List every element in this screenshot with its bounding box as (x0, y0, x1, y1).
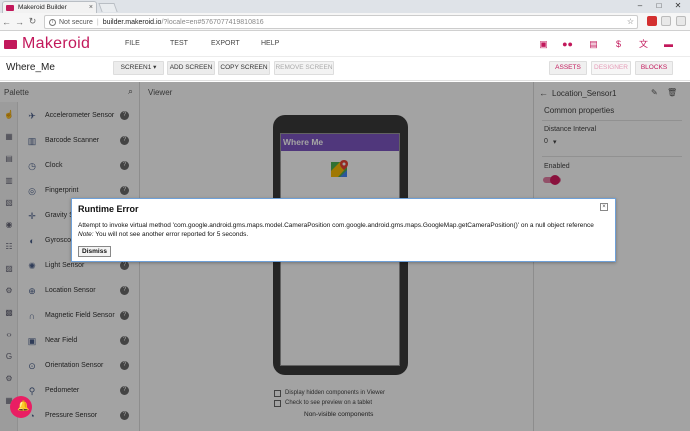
designer-button[interactable]: DESIGNER (591, 61, 631, 75)
note-text: You will not see another error reported … (93, 231, 249, 238)
donate-icon[interactable]: $ (613, 39, 624, 49)
security-label: Not secure (59, 18, 93, 26)
makeroid-favicon (6, 4, 14, 11)
tab-title: Makeroid Builder (18, 4, 67, 11)
note-label: Note: (78, 231, 94, 238)
menu-help[interactable]: HELP (261, 40, 279, 47)
assets-button[interactable]: ASSETS (549, 61, 587, 75)
dialog-title: Runtime Error (78, 204, 139, 214)
browser-tab[interactable]: Makeroid Builder × (2, 1, 97, 13)
tab-close-icon[interactable]: × (89, 4, 93, 11)
window-close-icon[interactable]: ✕ (670, 0, 686, 11)
bookmark-star-icon[interactable]: ☆ (627, 17, 634, 26)
info-icon[interactable]: i (49, 18, 56, 26)
people-icon[interactable]: ●● (562, 39, 573, 49)
url-host: builder.makeroid.io (102, 18, 162, 26)
extension-icon[interactable] (661, 16, 671, 26)
account-icon[interactable]: ▬ (663, 39, 674, 49)
gallery-icon[interactable]: ▤ (588, 39, 599, 49)
remove-screen-button[interactable]: REMOVE SCREEN (274, 61, 334, 75)
url-path: /?locale=en#5767077419810816 (161, 18, 264, 26)
reload-icon[interactable]: ↻ (26, 16, 39, 27)
menu-export[interactable]: EXPORT (211, 40, 240, 47)
close-icon[interactable]: × (600, 203, 608, 211)
language-icon[interactable]: 文 (638, 39, 649, 49)
dismiss-button[interactable]: Dismiss (78, 246, 111, 257)
app-header: Makeroid FILE TEST EXPORT HELP ▣ ●● ▤ $ … (0, 31, 690, 57)
projects-folder-icon[interactable]: ▣ (538, 39, 549, 49)
error-message: Attempt to invoke virtual method 'com.go… (78, 222, 594, 229)
extension-icon[interactable] (647, 16, 657, 26)
forward-icon[interactable]: → (13, 17, 26, 27)
copy-screen-button[interactable]: COPY SCREEN (218, 61, 270, 75)
menu-file[interactable]: FILE (125, 40, 140, 47)
maximize-icon[interactable]: □ (651, 0, 667, 11)
back-icon[interactable]: ← (0, 17, 13, 27)
menu-test[interactable]: TEST (170, 40, 188, 47)
blocks-button[interactable]: BLOCKS (635, 61, 673, 75)
url-separator: | (96, 18, 99, 26)
browser-tab-bar: Makeroid Builder × – □ ✕ (0, 0, 690, 13)
project-name: Where_Me (6, 62, 55, 73)
new-tab-button[interactable] (98, 3, 118, 12)
project-toolbar: Where_Me SCREEN1 ▾ ADD SCREEN COPY SCREE… (0, 57, 690, 81)
error-note: Note: You will not see another error rep… (78, 231, 248, 238)
runtime-error-dialog: Runtime Error × Attempt to invoke virtua… (71, 198, 616, 262)
url-input[interactable]: i Not secure | builder.makeroid.io /?loc… (44, 15, 638, 29)
minimize-icon[interactable]: – (632, 0, 648, 11)
add-screen-button[interactable]: ADD SCREEN (167, 61, 215, 75)
address-bar: ← → ↻ i Not secure | builder.makeroid.io… (0, 13, 690, 31)
bell-icon[interactable]: 🔔 (17, 401, 29, 412)
chrome-menu-icon[interactable] (676, 16, 686, 26)
makeroid-logo-icon (4, 40, 17, 49)
app-logo-text[interactable]: Makeroid (22, 35, 90, 53)
screen-dropdown[interactable]: SCREEN1 ▾ (113, 61, 164, 75)
